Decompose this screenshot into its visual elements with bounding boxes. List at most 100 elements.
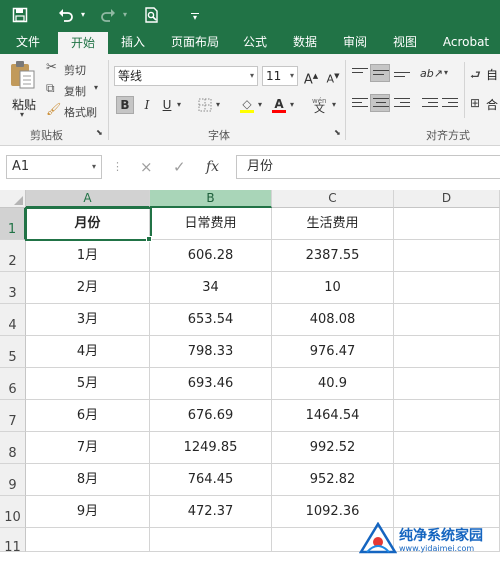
clipboard-launcher-icon[interactable]: ⬊	[96, 128, 103, 137]
tab-insert[interactable]: 插入	[114, 30, 152, 54]
phonetic-button[interactable]: wén 文	[310, 96, 332, 115]
cell-b9[interactable]: 764.45	[150, 464, 272, 496]
copy-button[interactable]: ⧉ 复制 ▾	[46, 81, 104, 99]
cell-c9[interactable]: 952.82	[272, 464, 394, 496]
formula-input[interactable]: 月份	[236, 155, 500, 179]
orientation-button[interactable]: ab↗	[420, 64, 443, 82]
tab-file[interactable]: 文件	[8, 30, 48, 54]
cell-a6[interactable]: 5月	[26, 368, 150, 400]
tab-home[interactable]: 开始	[58, 32, 108, 54]
middle-align-button[interactable]	[370, 64, 390, 82]
cell-d4[interactable]	[394, 304, 500, 336]
borders-dropdown-icon[interactable]: ▾	[216, 100, 220, 109]
align-left-icon[interactable]	[352, 98, 368, 112]
cell-b3[interactable]: 34	[150, 272, 272, 304]
name-box[interactable]: A1 ▾	[6, 155, 102, 179]
cell-b8[interactable]: 1249.85	[150, 432, 272, 464]
paste-button[interactable]: 粘贴 ▾	[6, 60, 40, 120]
row-header-3[interactable]: 3	[0, 272, 26, 304]
tab-data[interactable]: 数据	[286, 30, 324, 54]
customize-qat-icon[interactable]: ▾	[188, 5, 202, 25]
font-color-dropdown-icon[interactable]: ▾	[290, 100, 294, 109]
cell-b2[interactable]: 606.28	[150, 240, 272, 272]
cell-c7[interactable]: 1464.54	[272, 400, 394, 432]
row-header-4[interactable]: 4	[0, 304, 26, 336]
cell-a8[interactable]: 7月	[26, 432, 150, 464]
row-header-6[interactable]: 6	[0, 368, 26, 400]
row-header-2[interactable]: 2	[0, 240, 26, 272]
cell-d2[interactable]	[394, 240, 500, 272]
cell-a10[interactable]: 9月	[26, 496, 150, 528]
fill-handle[interactable]	[146, 236, 152, 242]
print-preview-icon[interactable]	[142, 5, 162, 25]
tab-formulas[interactable]: 公式	[236, 30, 274, 54]
cell-c2[interactable]: 2387.55	[272, 240, 394, 272]
cell-b11[interactable]	[150, 528, 272, 552]
bold-button[interactable]: B	[116, 96, 134, 114]
column-header-d[interactable]: D	[394, 190, 500, 208]
cell-a11[interactable]	[26, 528, 150, 552]
row-header-10[interactable]: 10	[0, 496, 26, 528]
tab-acrobat[interactable]: Acrobat	[436, 30, 496, 54]
row-header-9[interactable]: 9	[0, 464, 26, 496]
cancel-icon[interactable]: ×	[140, 158, 153, 176]
cell-c5[interactable]: 976.47	[272, 336, 394, 368]
wrap-text-button[interactable]: ⮐ 自	[470, 66, 500, 84]
format-painter-button[interactable]: 🖌 格式刷	[46, 102, 106, 120]
cell-d3[interactable]	[394, 272, 500, 304]
orientation-dropdown-icon[interactable]: ▾	[444, 68, 448, 77]
cell-c6[interactable]: 40.9	[272, 368, 394, 400]
shrink-font-button[interactable]: A▼	[324, 67, 342, 86]
font-color-button[interactable]: A	[270, 95, 288, 113]
cell-d8[interactable]	[394, 432, 500, 464]
row-header-7[interactable]: 7	[0, 400, 26, 432]
cell-a5[interactable]: 4月	[26, 336, 150, 368]
insert-function-icon[interactable]: fx	[206, 158, 219, 176]
row-header-8[interactable]: 8	[0, 432, 26, 464]
cell-c4[interactable]: 408.08	[272, 304, 394, 336]
undo-icon[interactable]	[56, 5, 76, 25]
cell-d9[interactable]	[394, 464, 500, 496]
font-size-combo[interactable]: 11 ▾	[262, 66, 298, 86]
cell-a4[interactable]: 3月	[26, 304, 150, 336]
column-header-c[interactable]: C	[272, 190, 394, 208]
increase-indent-icon[interactable]	[442, 98, 458, 112]
column-header-a[interactable]: A	[26, 190, 150, 208]
save-icon[interactable]	[10, 5, 30, 25]
cell-c3[interactable]: 10	[272, 272, 394, 304]
align-center-button[interactable]	[370, 94, 390, 112]
tab-view[interactable]: 视图	[386, 30, 424, 54]
decrease-indent-icon[interactable]	[422, 98, 438, 112]
cell-a7[interactable]: 6月	[26, 400, 150, 432]
underline-button[interactable]: U	[158, 96, 176, 114]
bottom-align-icon[interactable]	[394, 72, 410, 86]
copy-dropdown-icon[interactable]: ▾	[94, 83, 98, 92]
font-launcher-icon[interactable]: ⬊	[334, 128, 341, 137]
italic-button[interactable]: I	[138, 96, 156, 114]
underline-dropdown-icon[interactable]: ▾	[177, 100, 181, 109]
fill-color-button[interactable]: ◇	[238, 95, 256, 113]
merge-center-button[interactable]: ⊞ 合	[470, 96, 500, 114]
cell-a2[interactable]: 1月	[26, 240, 150, 272]
undo-dropdown-icon[interactable]: ▾	[78, 5, 88, 25]
column-header-b[interactable]: B	[150, 190, 272, 208]
cell-d7[interactable]	[394, 400, 500, 432]
cell-b10[interactable]: 472.37	[150, 496, 272, 528]
cell-a9[interactable]: 8月	[26, 464, 150, 496]
cell-b6[interactable]: 693.46	[150, 368, 272, 400]
top-align-icon[interactable]	[352, 68, 368, 82]
phonetic-dropdown-icon[interactable]: ▾	[332, 100, 336, 109]
cell-a3[interactable]: 2月	[26, 272, 150, 304]
cell-c1[interactable]: 生活费用	[272, 208, 394, 240]
cell-d6[interactable]	[394, 368, 500, 400]
row-header-5[interactable]: 5	[0, 336, 26, 368]
cell-d1[interactable]	[394, 208, 500, 240]
cut-button[interactable]: ✂ 剪切	[46, 60, 94, 78]
tab-page-layout[interactable]: 页面布局	[166, 30, 224, 54]
row-header-11[interactable]: 11	[0, 528, 26, 555]
cell-b5[interactable]: 798.33	[150, 336, 272, 368]
paste-dropdown-icon[interactable]: ▾	[20, 110, 24, 119]
cell-b4[interactable]: 653.54	[150, 304, 272, 336]
cell-b7[interactable]: 676.69	[150, 400, 272, 432]
borders-button[interactable]	[196, 96, 214, 114]
